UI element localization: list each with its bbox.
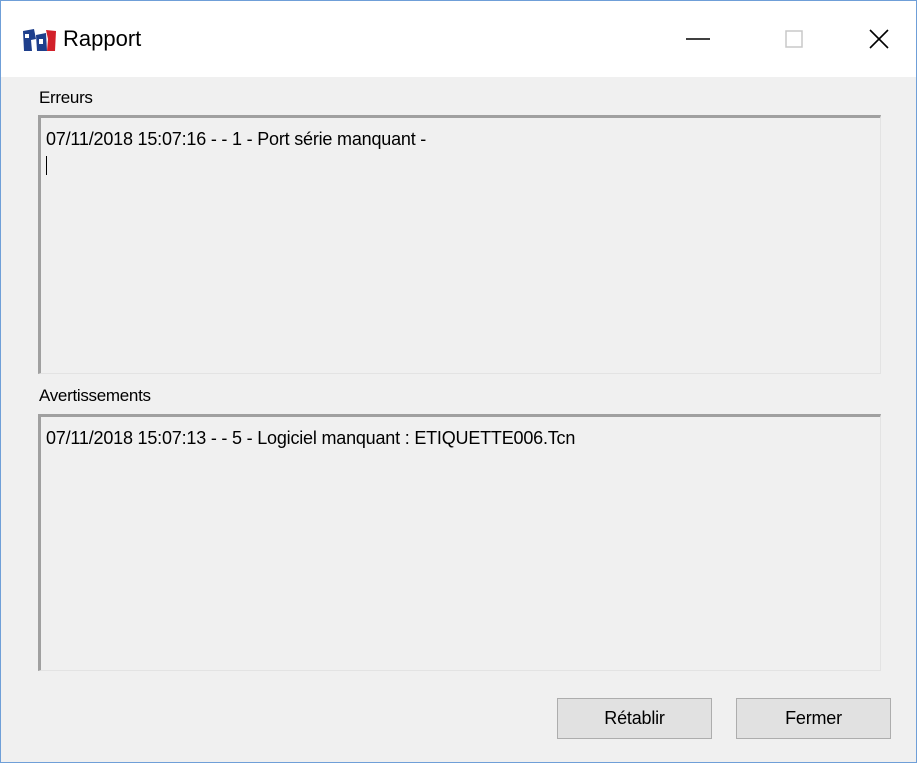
warning-entry: 07/11/2018 15:07:13 - - 5 - Logiciel man… xyxy=(46,428,576,448)
close-button[interactable]: Fermer xyxy=(736,698,891,739)
window-title: Rapport xyxy=(63,26,142,51)
warnings-textbox[interactable]: 07/11/2018 15:07:13 - - 5 - Logiciel man… xyxy=(38,414,881,671)
text-cursor xyxy=(46,156,47,175)
warnings-label: Avertissements xyxy=(39,386,151,405)
application-logo-icon xyxy=(22,29,56,51)
reset-button[interactable]: Rétablir xyxy=(557,698,712,739)
title-bar[interactable]: Rapport xyxy=(1,1,916,77)
errors-textbox[interactable]: 07/11/2018 15:07:16 - - 1 - Port série m… xyxy=(38,115,881,374)
errors-label: Erreurs xyxy=(39,88,93,107)
maximize-icon[interactable] xyxy=(774,21,814,57)
error-entry: 07/11/2018 15:07:16 - - 1 - Port série m… xyxy=(46,129,427,149)
minimize-icon[interactable] xyxy=(678,21,718,57)
close-icon[interactable] xyxy=(859,21,899,57)
report-window: Rapport Erreurs 07/11/2018 15:07:16 - - … xyxy=(0,0,917,763)
